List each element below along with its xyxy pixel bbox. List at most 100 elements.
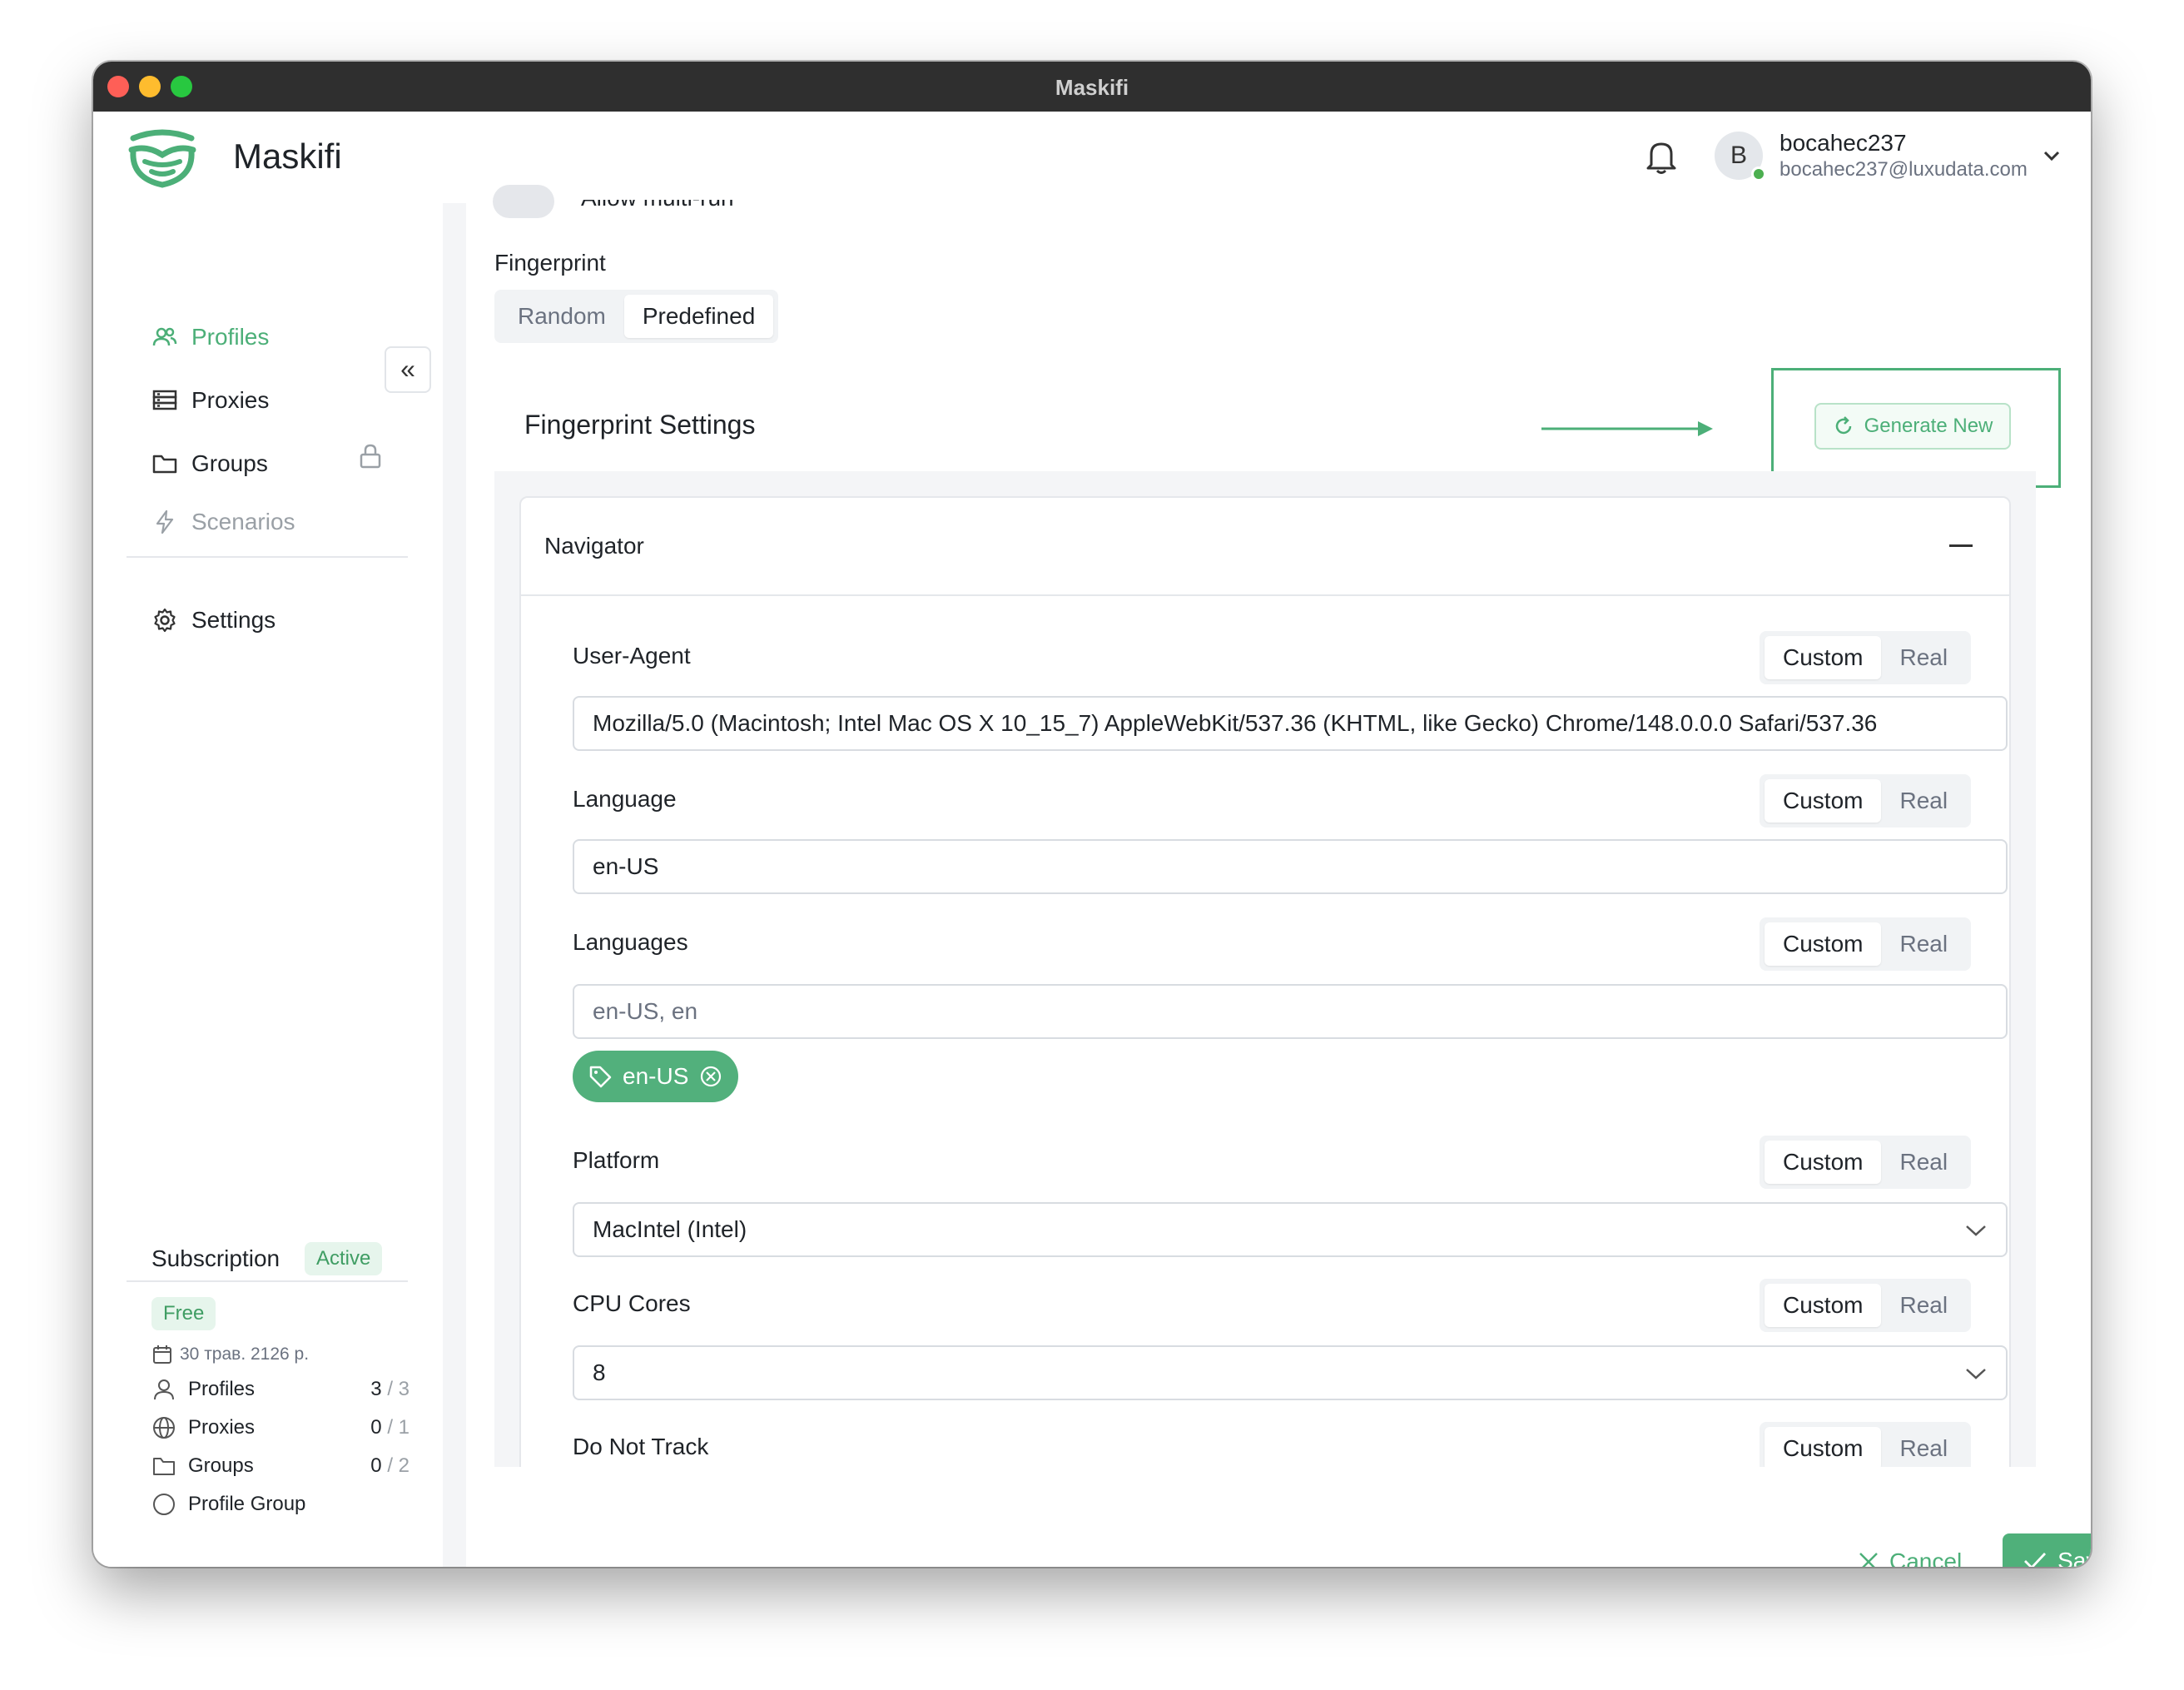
sidebar-item-label: Proxies [191,387,270,413]
chevron-down-icon [1966,1369,1986,1379]
custom-option[interactable]: Custom [1765,922,1882,966]
languages-mode-toggle: Custom Real [1760,917,1972,971]
real-option[interactable]: Real [1881,1427,1966,1467]
arrow-right-icon [1541,421,1713,436]
fingerprint-settings-title: Fingerprint Settings [524,410,756,440]
custom-option[interactable]: Custom [1765,1427,1882,1467]
users-icon [152,327,177,346]
stat-value: 0 / 1 [370,1416,410,1439]
sidebar-border [443,203,466,1567]
folder-icon [152,455,177,474]
globe-icon [153,1417,175,1439]
language-tag[interactable]: en-US [573,1051,739,1102]
platform-select[interactable]: MacIntel (Intel) [573,1202,2008,1257]
real-option[interactable]: Real [1881,779,1966,823]
calendar-icon [153,1345,171,1364]
custom-option[interactable]: Custom [1765,636,1882,679]
chevron-down-icon [1966,1225,1986,1236]
cancel-button[interactable]: Cancel [1858,1548,1962,1567]
custom-option[interactable]: Custom [1765,1284,1882,1327]
gear-icon [154,608,176,633]
fingerprint-settings-panel: Navigator User-Agent Custom Real Mozilla… [494,471,2036,1467]
language-input[interactable]: en-US [573,839,2008,894]
cpu-cores-label: CPU Cores [573,1290,691,1316]
stat-groups: Groups 0 / 2 [151,1454,410,1479]
user-agent-input[interactable]: Mozilla/5.0 (Macintosh; Intel Mac OS X 1… [573,696,2008,751]
sidebar-item-scenarios[interactable]: Scenarios [151,501,295,543]
cpu-cores-select[interactable]: 8 [573,1345,2008,1400]
subscription-status-badge: Active [305,1242,383,1275]
multi-run-toggle[interactable] [493,185,554,218]
user-email: bocahec237@luxudata.com [1779,158,2028,181]
generate-new-button[interactable]: Generate New [1814,403,2011,450]
custom-option[interactable]: Custom [1765,779,1882,823]
circle-icon [153,1494,175,1515]
subscription-title: Subscription [151,1245,280,1271]
navigator-title: Navigator [544,533,644,559]
window-title: Maskifi [1055,75,1129,100]
sidebar-item-label: Scenarios [191,509,295,534]
user-agent-label: User-Agent [573,643,691,669]
notifications-bell-icon[interactable] [1645,138,1678,175]
save-button[interactable]: Save [2003,1533,2091,1567]
lock-icon [360,444,381,469]
fingerprint-mode-toggle: Random Predefined [494,290,779,343]
app-header: Maskifi B bocahec237 bocahec237@luxudata… [93,112,2091,203]
languages-input[interactable]: en-US, en [573,984,2008,1039]
sidebar-item-label: Groups [191,450,268,476]
navigator-card-header[interactable]: Navigator [521,498,2009,596]
stat-value: 0 / 2 [370,1454,410,1477]
sidebar-item-proxies[interactable]: Proxies [151,380,269,421]
online-status-dot [1751,167,1766,181]
do-not-track-label: Do Not Track [573,1434,709,1459]
plan-badge: Free [151,1297,216,1330]
remove-tag-icon[interactable] [698,1064,723,1089]
sidebar-item-profiles[interactable]: Profiles [151,316,269,358]
cpu-cores-mode-toggle: Custom Real [1760,1279,1972,1332]
platform-mode-toggle: Custom Real [1760,1136,1972,1189]
subscription-expiry: 30 трав. 2126 р. [151,1344,309,1365]
refresh-icon [1835,416,1851,435]
sidebar-divider [127,1280,408,1282]
tag-icon [589,1066,612,1088]
language-mode-toggle: Custom Real [1760,774,1972,828]
stat-value: 3 / 3 [370,1378,410,1400]
custom-option[interactable]: Custom [1765,1141,1882,1184]
real-option[interactable]: Real [1881,1284,1966,1327]
sidebar-item-groups[interactable]: Groups [151,443,268,485]
languages-label: Languages [573,929,688,955]
user-icon [154,1379,174,1400]
stat-proxies: Proxies 0 / 1 [151,1415,410,1440]
user-name[interactable]: bocahec237 [1779,130,1907,157]
real-option[interactable]: Real [1881,636,1966,679]
collapse-sidebar-button[interactable]: « [385,346,431,393]
sidebar-item-label: Settings [191,607,276,633]
fingerprint-predefined-option[interactable]: Predefined [623,295,774,338]
check-icon [2024,1553,2047,1567]
stat-profile-group: Profile Group [151,1492,410,1517]
sidebar-item-settings[interactable]: Settings [151,599,275,641]
app-name: Maskifi [233,137,342,176]
stat-profiles: Profiles 3 / 3 [151,1377,410,1402]
user-agent-mode-toggle: Custom Real [1760,631,1972,684]
fingerprint-random-option[interactable]: Random [499,295,624,338]
collapse-icon[interactable] [1949,544,1973,547]
title-bar: Maskifi [93,62,2091,112]
platform-label: Platform [573,1147,660,1173]
app-window: Maskifi Maskifi B bocahec237 bocahec237@… [93,62,2091,1567]
server-icon [152,390,177,410]
maskifi-logo-icon [128,129,196,188]
real-option[interactable]: Real [1881,922,1966,966]
sidebar-item-label: Profiles [191,324,270,350]
real-option[interactable]: Real [1881,1141,1966,1184]
folder-icon [153,1458,175,1475]
sidebar-divider [127,556,408,558]
navigator-card: Navigator User-Agent Custom Real Mozilla… [519,496,2011,1467]
expiry-date: 30 трав. 2126 р. [180,1345,310,1364]
close-icon [1859,1553,1878,1567]
chevron-down-icon[interactable] [2041,145,2062,167]
fingerprint-label: Fingerprint [494,250,606,276]
bolt-icon [156,509,174,534]
language-label: Language [573,786,677,812]
do-not-track-mode-toggle: Custom Real [1760,1422,1972,1467]
